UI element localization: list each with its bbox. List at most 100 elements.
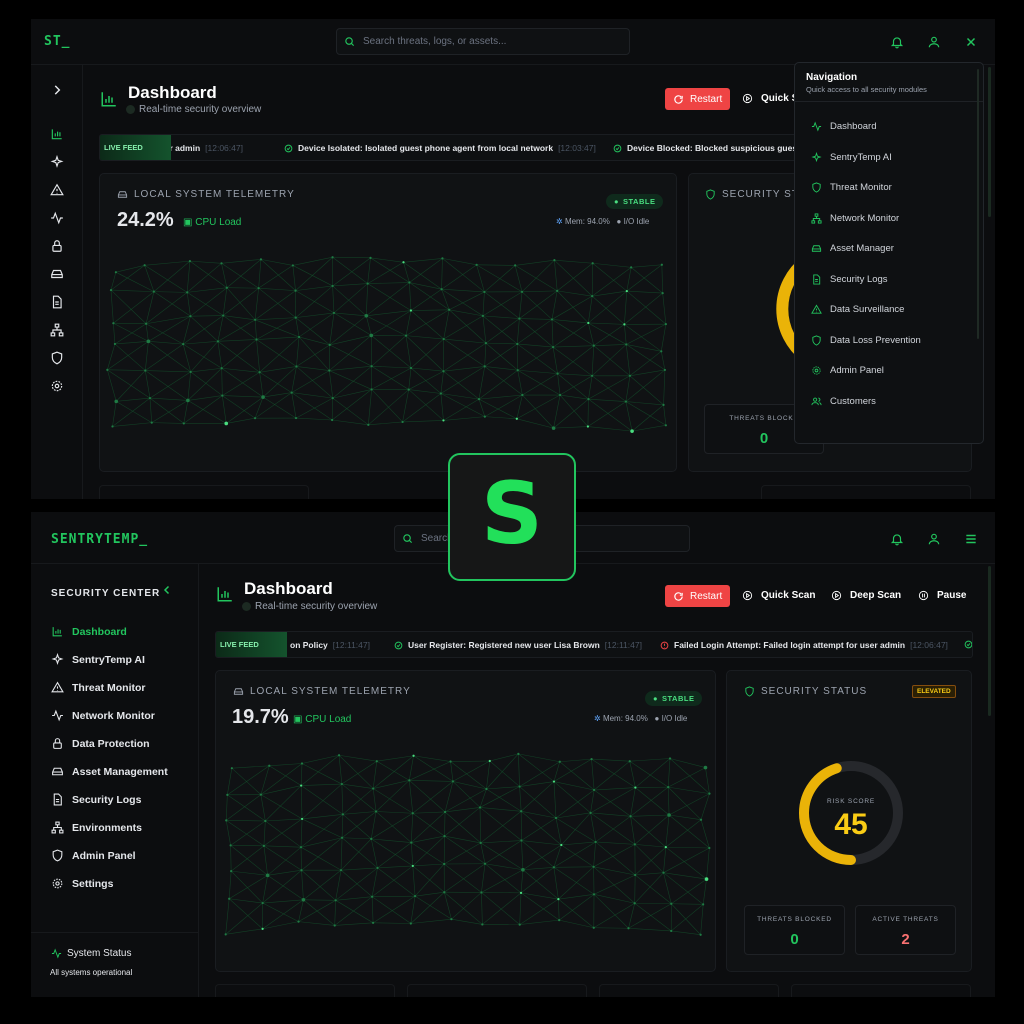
activity-icon [52, 709, 63, 722]
shield-icon[interactable] [50, 351, 64, 365]
mesh-link [519, 892, 522, 925]
mesh-link [630, 267, 663, 294]
sidebar: SECURITY CENTER Dashboard SentryTemp AI … [31, 564, 199, 997]
page-scrollbar[interactable] [988, 67, 991, 217]
nav-asset-manager[interactable]: Asset Manager [811, 243, 894, 254]
mesh-link [593, 866, 636, 876]
mesh-link [226, 259, 262, 288]
chevron-left-icon[interactable] [161, 584, 173, 596]
mesh-node [331, 418, 334, 422]
mesh-link [413, 755, 451, 762]
mesh-link [265, 820, 302, 848]
pause-circle-icon [918, 590, 929, 601]
nav-customers[interactable]: Customers [811, 396, 876, 407]
status-badge: ● STABLE [645, 691, 703, 706]
mesh-node [109, 288, 113, 292]
mesh-link [263, 820, 266, 846]
mesh-link [301, 870, 304, 900]
chevron-right-icon[interactable] [50, 83, 64, 97]
sidebar-item-environments[interactable]: Environments [51, 821, 142, 834]
sidebar-item-sentrytemp-ai[interactable]: SentryTemp AI [51, 653, 145, 666]
mesh-link [593, 894, 635, 904]
hard-drive-icon[interactable] [50, 267, 64, 281]
network-icon[interactable] [50, 323, 64, 337]
mesh-node [230, 870, 233, 873]
sidebar-item-settings[interactable]: Settings [51, 877, 113, 890]
bell-icon[interactable] [890, 35, 904, 49]
sidebar-item-network-monitor[interactable]: Network Monitor [51, 709, 155, 722]
bar-chart-icon[interactable] [50, 127, 64, 141]
nav-data-loss-prevention[interactable]: Data Loss Prevention [811, 335, 921, 346]
mesh-link [700, 819, 710, 849]
sidebar-item-dashboard[interactable]: Dashboard [51, 625, 127, 638]
mesh-node [521, 393, 524, 397]
mesh-node [478, 806, 482, 809]
mesh-node [663, 368, 667, 372]
gear-icon[interactable] [50, 379, 64, 393]
file-icon [53, 793, 62, 806]
mesh-link [556, 263, 593, 292]
mesh-link [561, 812, 591, 846]
mesh-link [367, 283, 412, 311]
nav-dashboard[interactable]: Dashboard [811, 121, 876, 132]
mesh-link [262, 899, 304, 904]
mesh-node [294, 289, 297, 292]
pause-button[interactable]: Pause [918, 590, 966, 601]
restart-button[interactable]: Restart [665, 88, 731, 110]
mesh-node [300, 784, 303, 787]
nav-sentrytemp-ai[interactable]: SentryTemp AI [811, 152, 892, 163]
sidebar-item-threat-monitor[interactable]: Threat Monitor [51, 681, 146, 694]
sparkles-icon[interactable] [50, 155, 64, 169]
page-scrollbar[interactable] [988, 566, 991, 716]
user-icon[interactable] [927, 532, 941, 546]
mesh-node [255, 338, 258, 341]
brand-logo[interactable]: SENTRYTEMP_ [51, 532, 148, 547]
mesh-link [479, 807, 481, 843]
mesh-link [452, 781, 481, 808]
mesh-link [225, 898, 230, 935]
restart-button[interactable]: Restart [665, 585, 731, 607]
live-feed: on Policy [12:11:47] User Register: Regis… [215, 631, 973, 658]
quick-scan-button[interactable]: Quick Scan [742, 590, 815, 601]
deep-scan-button[interactable]: Deep Scan [831, 590, 901, 601]
mesh-node [480, 891, 483, 894]
sidebar-item-security-logs[interactable]: Security Logs [51, 793, 141, 806]
quick-scan-button[interactable]: Quick S [742, 93, 798, 104]
activity-icon[interactable] [50, 211, 64, 225]
mesh-link [409, 780, 453, 782]
mesh-link [227, 768, 233, 795]
lock-icon[interactable] [50, 239, 64, 253]
sidebar-item-admin-panel[interactable]: Admin Panel [51, 849, 136, 862]
mesh-node [699, 818, 703, 821]
close-icon[interactable] [964, 35, 978, 49]
nav-threat-monitor[interactable]: Threat Monitor [811, 182, 892, 193]
mesh-link [110, 290, 114, 324]
nav-network-monitor[interactable]: Network Monitor [811, 213, 899, 224]
mesh-link [229, 875, 268, 899]
mesh-link [444, 807, 481, 837]
sidebar-item-asset-management[interactable]: Asset Management [51, 765, 168, 778]
search-input[interactable]: Search threats, logs, or assets... [336, 28, 630, 55]
file-icon[interactable] [50, 295, 64, 309]
brand-logo[interactable]: ST_ [44, 34, 70, 49]
mesh-link [705, 767, 710, 794]
alert-triangle-icon[interactable] [50, 183, 64, 197]
nav-data-surveillance[interactable]: Data Surveillance [811, 304, 904, 315]
mesh-node [268, 764, 271, 767]
user-icon[interactable] [927, 35, 941, 49]
feed-item: ser admin [12:06:47] [160, 143, 243, 153]
dropdown-scrollbar[interactable] [977, 69, 979, 339]
sidebar-item-data-protection[interactable]: Data Protection [51, 737, 150, 750]
mesh-node [222, 314, 225, 317]
mesh-link [341, 811, 377, 838]
bell-icon[interactable] [890, 532, 904, 546]
mesh-node [551, 346, 555, 349]
nav-security-logs[interactable]: Security Logs [811, 274, 888, 285]
mesh-node [299, 846, 303, 849]
mesh-node [265, 873, 270, 878]
menu-icon[interactable] [964, 532, 978, 546]
mesh-node [443, 834, 446, 838]
mesh-link [371, 367, 412, 390]
nav-admin-panel[interactable]: Admin Panel [811, 365, 884, 376]
mesh-node [481, 314, 485, 317]
